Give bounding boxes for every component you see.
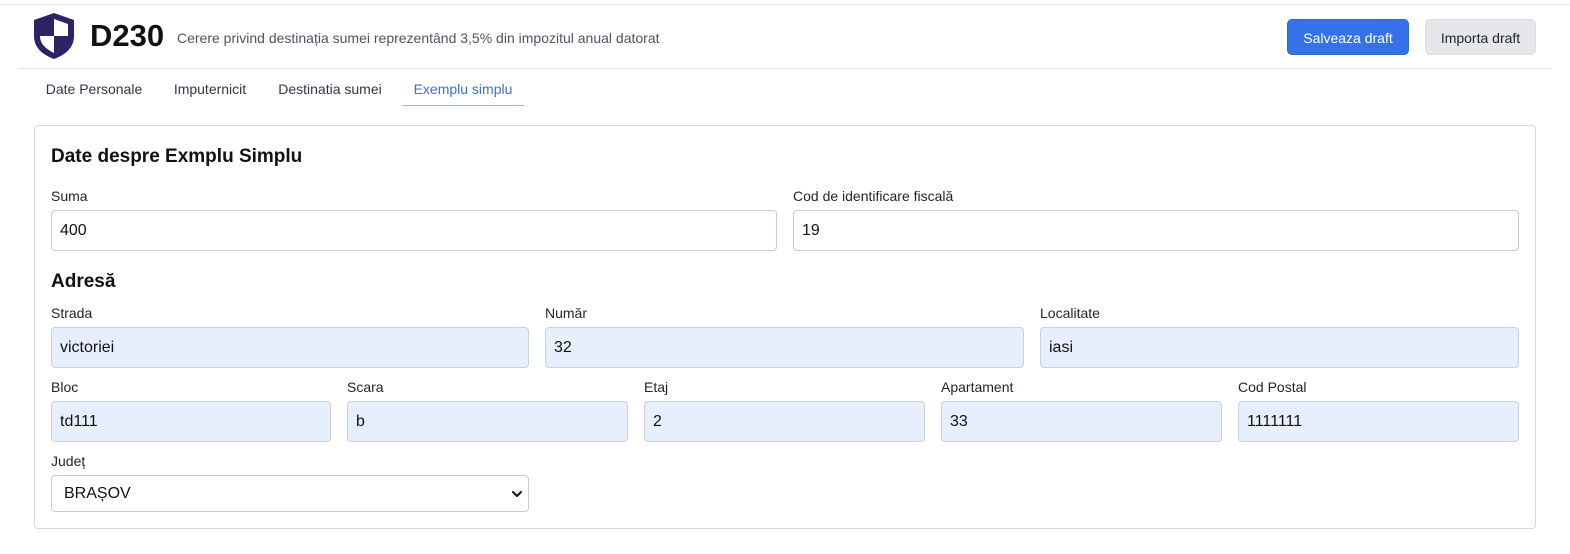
cif-label: Cod de identificare fiscală [793,188,954,204]
shield-icon [34,13,74,59]
chevron-down-icon [512,491,522,497]
tab-destinatia-sumei[interactable]: Destinatia sumei [266,74,394,106]
apartament-label: Apartament [941,379,1014,395]
top-divider [0,4,1570,5]
cod-postal-label: Cod Postal [1238,379,1307,395]
suma-label: Suma [51,188,88,204]
judet-select-value: BRAȘOV [64,485,131,502]
numar-input[interactable] [545,327,1024,368]
section-title: Date despre Exmplu Simplu [51,146,303,167]
tab-exemplu-simplu[interactable]: Exemplu simplu [402,74,524,106]
import-draft-button[interactable]: Importa draft [1425,19,1536,55]
header-divider [18,68,1552,69]
judet-label: Județ [51,453,86,469]
judet-select[interactable]: BRAȘOV [51,475,529,512]
etaj-label: Etaj [644,379,669,395]
address-title: Adresă [51,271,116,292]
save-draft-button[interactable]: Salveaza draft [1287,19,1409,55]
suma-input[interactable] [51,210,777,251]
localitate-label: Localitate [1040,305,1100,321]
scara-label: Scara [347,379,384,395]
localitate-input[interactable] [1040,327,1519,368]
cod-postal-input[interactable] [1238,401,1519,442]
strada-input[interactable] [51,327,529,368]
bloc-label: Bloc [51,379,79,395]
bloc-input[interactable] [51,401,331,442]
strada-label: Strada [51,305,93,321]
apartament-input[interactable] [941,401,1222,442]
etaj-input[interactable] [644,401,925,442]
app-title: D230 [90,18,165,53]
app-subtitle: Cerere privind destinația sumei reprezen… [177,30,660,46]
tab-date-personale[interactable]: Date Personale [34,74,154,106]
scara-input[interactable] [347,401,628,442]
numar-label: Număr [545,305,588,321]
tab-imputernicit[interactable]: Imputernicit [162,74,258,106]
cif-input[interactable] [793,210,1519,251]
